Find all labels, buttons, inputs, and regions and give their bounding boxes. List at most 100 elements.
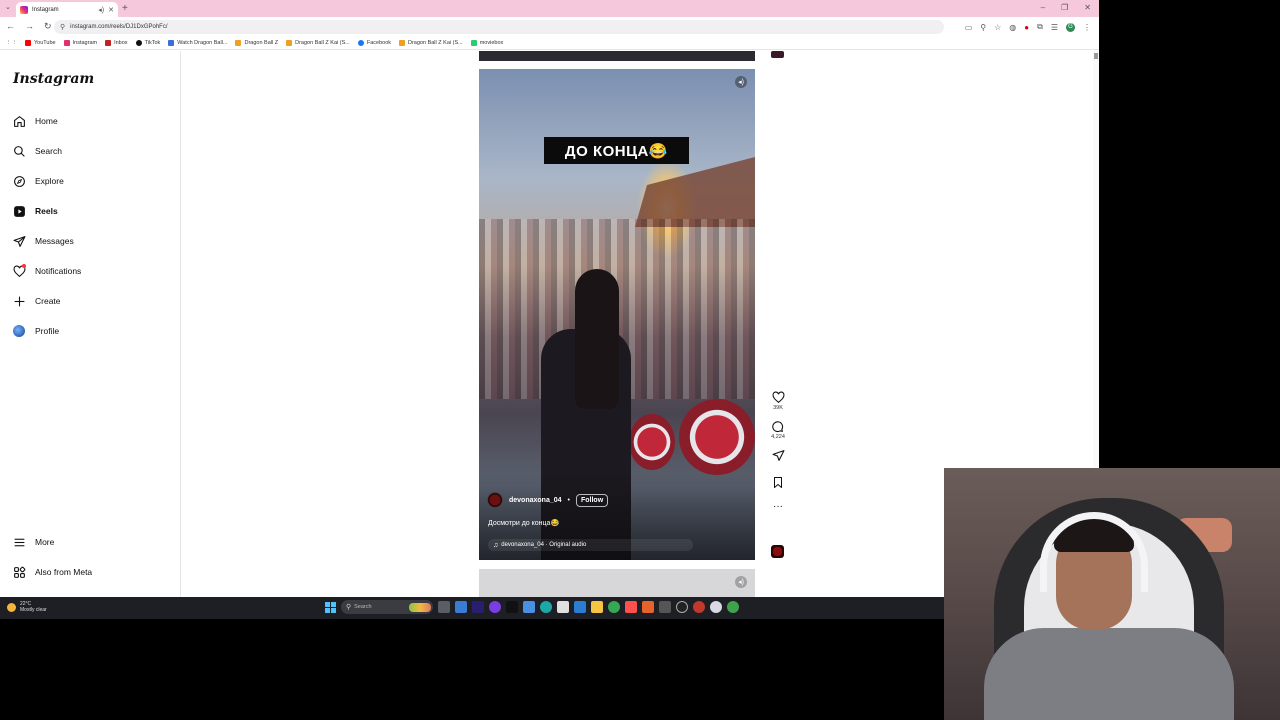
bookmark-tiktok[interactable]: TikTok	[135, 40, 160, 46]
opera-icon[interactable]	[693, 601, 705, 613]
app-icon[interactable]	[710, 601, 722, 613]
moviebox-icon	[470, 40, 477, 46]
restore-icon[interactable]: ❐	[1061, 3, 1068, 12]
share-icon[interactable]	[772, 449, 785, 462]
new-tab-icon[interactable]: +	[122, 3, 128, 14]
menu-dots-icon[interactable]: ⋮	[1083, 23, 1091, 32]
share-action[interactable]	[772, 449, 785, 462]
instagram-logo[interactable]: Instagram	[13, 71, 94, 87]
volume-icon[interactable]: ◂)	[735, 76, 747, 88]
separator-dot: •	[567, 496, 570, 504]
file-explorer-icon[interactable]	[591, 601, 603, 613]
extension-icon[interactable]: ◍	[1009, 23, 1016, 32]
weather-widget[interactable]: 22°C Mostly clear	[7, 601, 47, 613]
chrome-icon[interactable]	[608, 601, 620, 613]
capcut-icon[interactable]	[659, 601, 671, 613]
reel-video[interactable]: ДО КОНЦА😂 ◂) devonaxona_04 • Follow Досм…	[479, 69, 755, 560]
sidebar-item-reels[interactable]: Reels	[12, 200, 172, 222]
previous-reel-audio-thumb[interactable]	[771, 51, 784, 58]
sidebar-item-notifications[interactable]: Notifications	[12, 260, 172, 282]
sidebar-item-search[interactable]: Search	[12, 140, 172, 162]
webcam-person-shirt	[984, 628, 1234, 720]
zoom-icon[interactable]: ⚲	[980, 23, 986, 32]
comment-icon[interactable]	[771, 420, 784, 433]
sidebar-item-label: Home	[35, 116, 58, 126]
sidebar-item-home[interactable]: Home	[12, 110, 172, 132]
volume-icon[interactable]: ◂)	[735, 576, 747, 588]
back-icon[interactable]: ←	[6, 21, 15, 32]
follow-button[interactable]: Follow	[575, 493, 609, 507]
copilot-icon[interactable]	[523, 601, 535, 613]
app-icon[interactable]	[642, 601, 654, 613]
profile-avatar-icon[interactable]: G	[1066, 22, 1075, 32]
bookmark-icon[interactable]	[772, 476, 784, 489]
minimize-icon[interactable]: –	[1041, 3, 1045, 12]
bookmark-dragon-ball[interactable]: Watch Dragon Ball...	[168, 40, 227, 46]
bookmark-dbz-kai-2[interactable]: Dragon Ball Z Kai (S...	[399, 40, 463, 46]
scrollbar-thumb[interactable]	[1094, 53, 1098, 59]
close-window-icon[interactable]: ✕	[1084, 3, 1091, 12]
opera-icon[interactable]: ●	[1024, 23, 1029, 32]
reel-audio[interactable]: ♫ devonaxona_04 · Original audio	[488, 539, 693, 551]
bookmark-facebook[interactable]: Facebook	[357, 40, 391, 46]
more-options-action[interactable]: ···	[773, 502, 783, 512]
bookmark-dbz-kai-1[interactable]: Dragon Ball Z Kai (S...	[286, 40, 350, 46]
more-dots-icon[interactable]: ···	[773, 502, 783, 512]
bookmark-instagram[interactable]: Instagram	[63, 40, 97, 46]
app-icon[interactable]	[676, 601, 688, 613]
reel-author-row: devonaxona_04 • Follow	[487, 492, 609, 508]
sidebar-item-create[interactable]: Create	[12, 290, 172, 312]
instagram-page: Instagram Home Search Explore Reels Mess…	[0, 51, 1099, 597]
url-field[interactable]: ⚲ instagram.com/reels/DJ1DxGPohFc/	[54, 20, 944, 34]
bookmark-star-icon[interactable]: ☆	[994, 23, 1001, 32]
sidebar-item-more[interactable]: More	[12, 531, 172, 553]
comment-action[interactable]: 4,224	[771, 420, 785, 440]
taskbar-search[interactable]: ⚲ Search	[341, 600, 433, 614]
sidebar-item-explore[interactable]: Explore	[12, 170, 172, 192]
reading-list-icon[interactable]: ☰	[1051, 23, 1058, 32]
extensions-puzzle-icon[interactable]: ⧉	[1037, 22, 1043, 32]
like-action[interactable]: 39K	[772, 391, 785, 411]
premiere-icon[interactable]	[472, 601, 484, 613]
next-reel[interactable]: ◂)	[479, 569, 755, 597]
store-icon[interactable]	[557, 601, 569, 613]
previous-reel[interactable]	[479, 51, 755, 61]
widgets-icon[interactable]	[455, 601, 467, 613]
sidebar-item-profile[interactable]: Profile	[12, 320, 172, 342]
sidebar-item-messages[interactable]: Messages	[12, 230, 172, 252]
save-action[interactable]	[772, 476, 784, 489]
chrome-icon[interactable]	[727, 601, 739, 613]
weather-icon	[7, 602, 16, 612]
heart-icon[interactable]	[772, 391, 785, 404]
bookmark-dbz[interactable]: Dragon Ball Z	[235, 40, 278, 46]
author-avatar[interactable]	[487, 492, 503, 508]
reload-icon[interactable]: ↻	[44, 21, 52, 32]
audio-thumbnail[interactable]	[771, 545, 784, 558]
bookmark-inbox[interactable]: Inbox	[105, 40, 128, 46]
search-icon: ⚲	[346, 604, 352, 611]
outlook-icon[interactable]	[574, 601, 586, 613]
tab-audio-icon[interactable]: ◂)	[98, 6, 104, 14]
reel-caption[interactable]: Досмотри до конца😂	[488, 519, 559, 527]
edge-icon[interactable]	[540, 601, 552, 613]
tiktok-icon[interactable]	[506, 601, 518, 613]
cast-icon[interactable]: ▭	[965, 23, 973, 32]
author-username[interactable]: devonaxona_04	[509, 497, 562, 504]
task-view-icon[interactable]	[438, 601, 450, 613]
windows-start-icon[interactable]	[325, 601, 336, 613]
discord-icon[interactable]	[489, 601, 501, 613]
sidebar-item-label: Reels	[35, 206, 58, 216]
apps-grid-icon[interactable]: ⋮⋮	[6, 40, 17, 46]
pdf-icon[interactable]	[625, 601, 637, 613]
sidebar-item-also-from-meta[interactable]: Also from Meta	[12, 561, 172, 583]
bookmark-youtube[interactable]: YouTube	[25, 40, 56, 46]
tab-close-icon[interactable]: ✕	[108, 6, 114, 14]
instagram-favicon-icon	[20, 5, 28, 14]
bookmark-moviebox[interactable]: moviebox	[470, 40, 503, 46]
search-highlight-icon	[409, 602, 431, 612]
site-icon	[168, 40, 175, 46]
site-info-icon[interactable]: ⚲	[60, 23, 65, 31]
forward-icon[interactable]: →	[25, 21, 34, 32]
tab-instagram[interactable]: Instagram ◂) ✕	[16, 2, 118, 17]
tab-search-icon[interactable]: ⌄	[5, 3, 11, 11]
